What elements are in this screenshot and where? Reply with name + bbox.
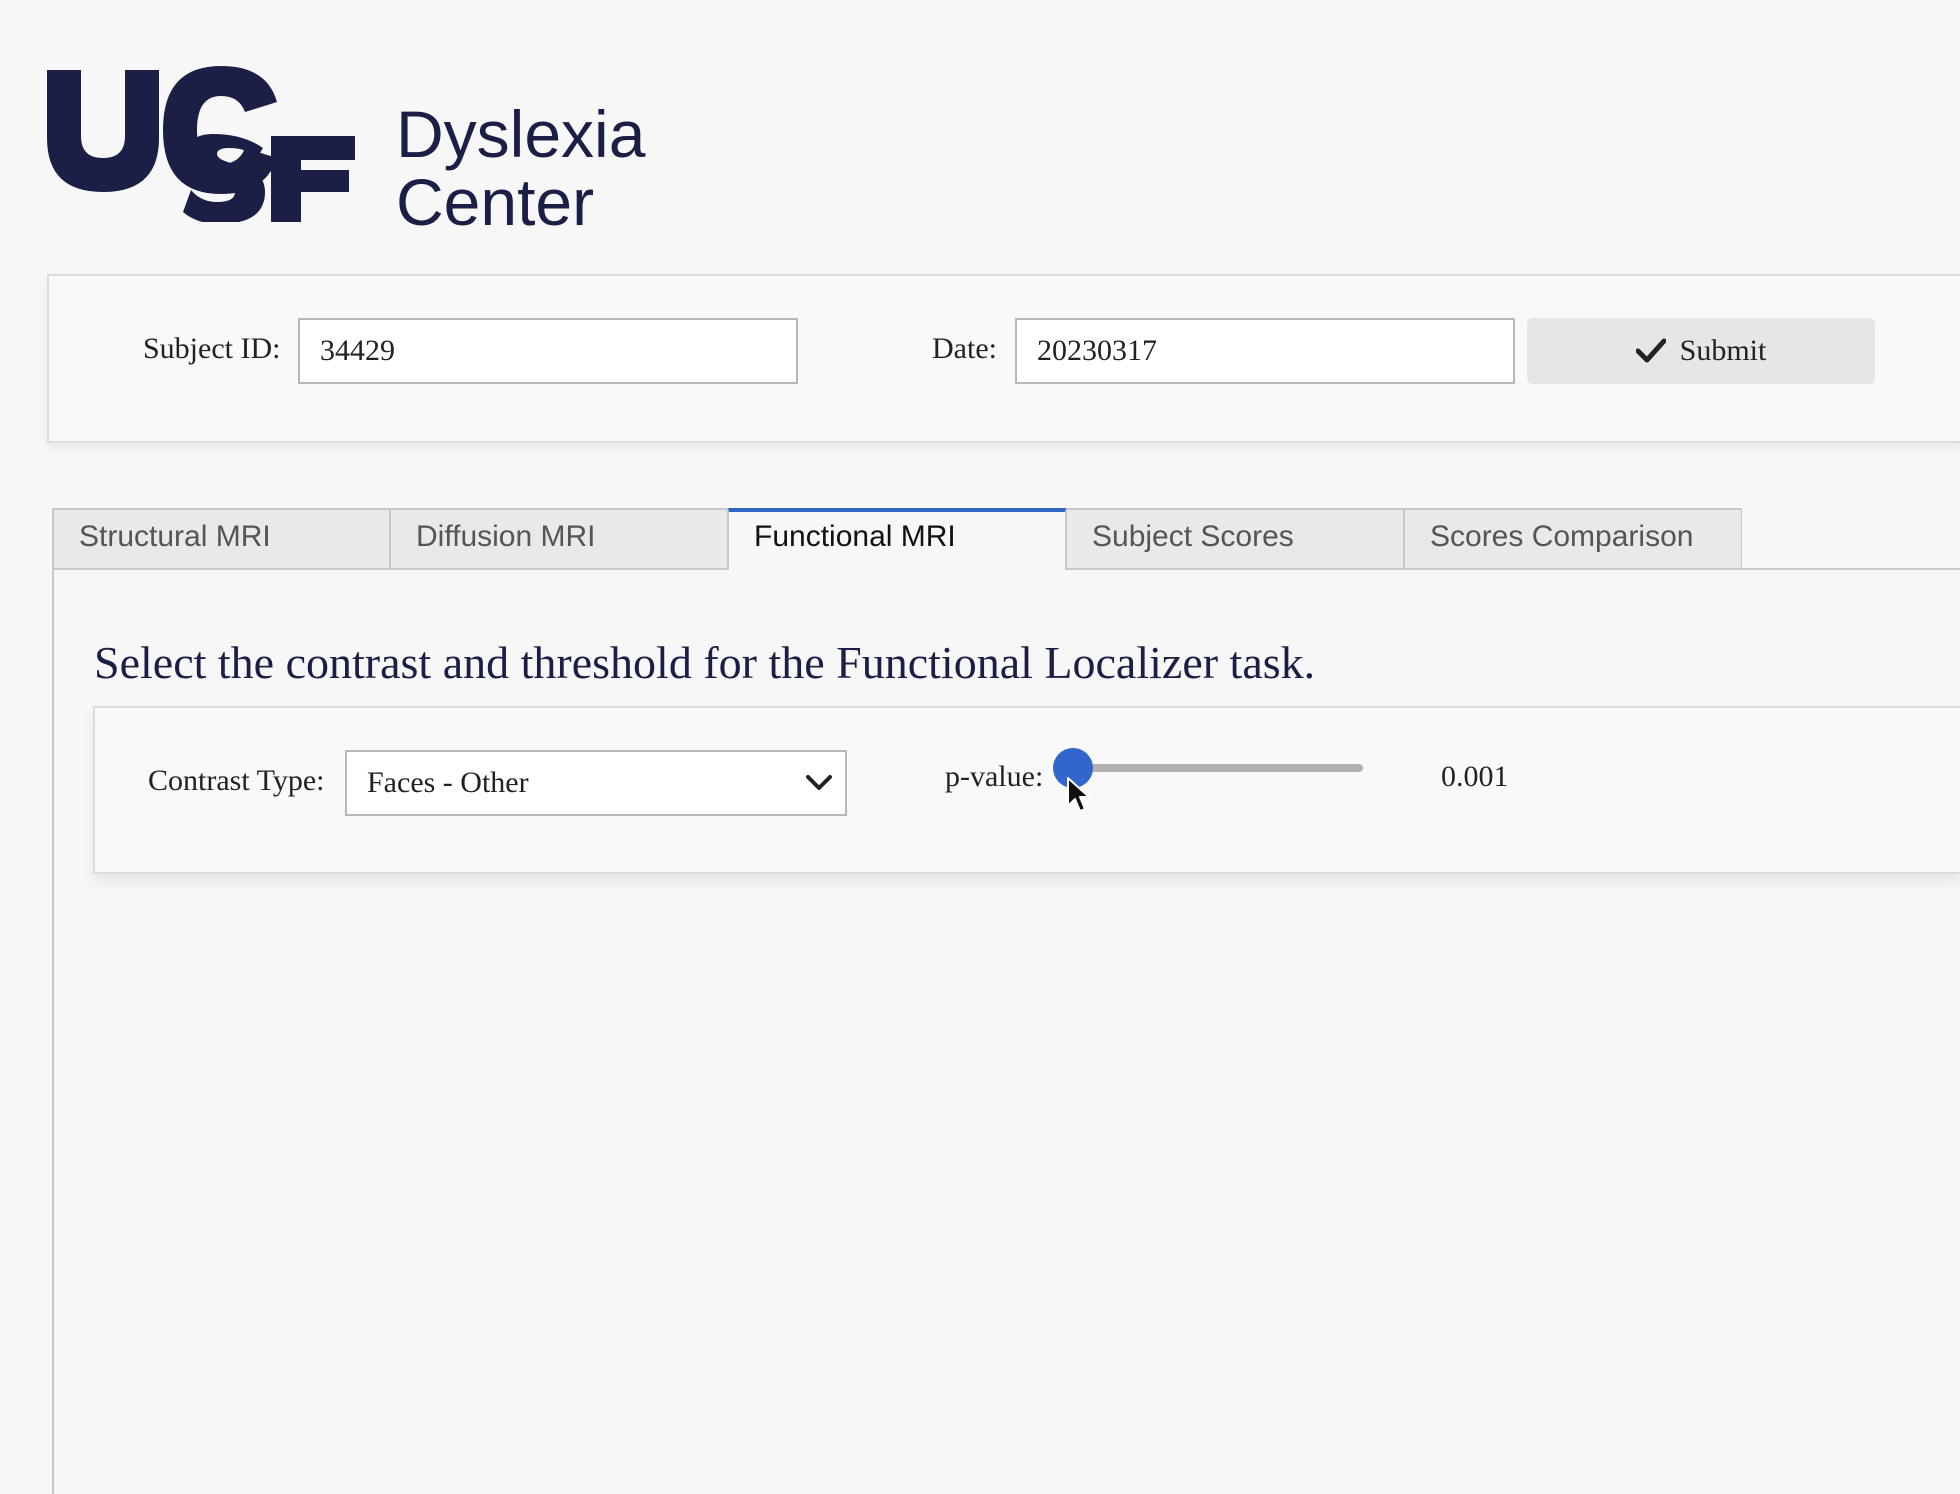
tab-diffusion-mri[interactable]: Diffusion MRI [390,508,728,570]
pvalue-display: 0.001 [1441,760,1509,793]
mouse-cursor-icon [1067,777,1090,812]
date-label: Date: [932,332,997,365]
tab-structural-mri[interactable]: Structural MRI [52,508,390,570]
logo-title-line1: Dyslexia [396,97,646,171]
logo-title-line2: Center [396,165,595,239]
chevron-down-icon [806,775,832,790]
ucsf-logo [45,62,365,224]
subject-id-label: Subject ID: [143,332,281,365]
pvalue-slider-track[interactable] [1073,764,1363,772]
pvalue-slider[interactable] [1053,748,1365,788]
tab-bar: Structural MRI Diffusion MRI Functional … [52,508,1742,570]
tab-functional-mri[interactable]: Functional MRI [728,508,1066,570]
submit-label: Submit [1679,334,1767,367]
functional-section-title: Select the contrast and threshold for th… [94,637,1316,688]
pvalue-label: p-value: [945,760,1044,793]
contrast-type-value: Faces - Other [367,766,529,799]
contrast-type-label: Contrast Type: [148,764,325,797]
tab-baseline-divider [1742,568,1960,570]
contrast-type-select[interactable]: Faces - Other [345,750,847,816]
checkmark-icon [1635,338,1666,363]
submit-button[interactable]: Submit [1527,318,1875,384]
date-input[interactable]: 20230317 [1015,318,1515,384]
tab-content-border [52,570,54,1494]
subject-form-panel: Subject ID: 34429 Date: 20230317 Submit [47,274,1960,443]
tab-subject-scores[interactable]: Subject Scores [1066,508,1404,570]
contrast-panel: Contrast Type: Faces - Other p-value: 0.… [93,706,1960,874]
logo-title: Dyslexia Center [396,100,645,236]
ucsf-wordmark-icon [47,66,355,224]
subject-id-input[interactable]: 34429 [298,318,798,384]
tab-scores-comparison[interactable]: Scores Comparison [1404,508,1742,570]
